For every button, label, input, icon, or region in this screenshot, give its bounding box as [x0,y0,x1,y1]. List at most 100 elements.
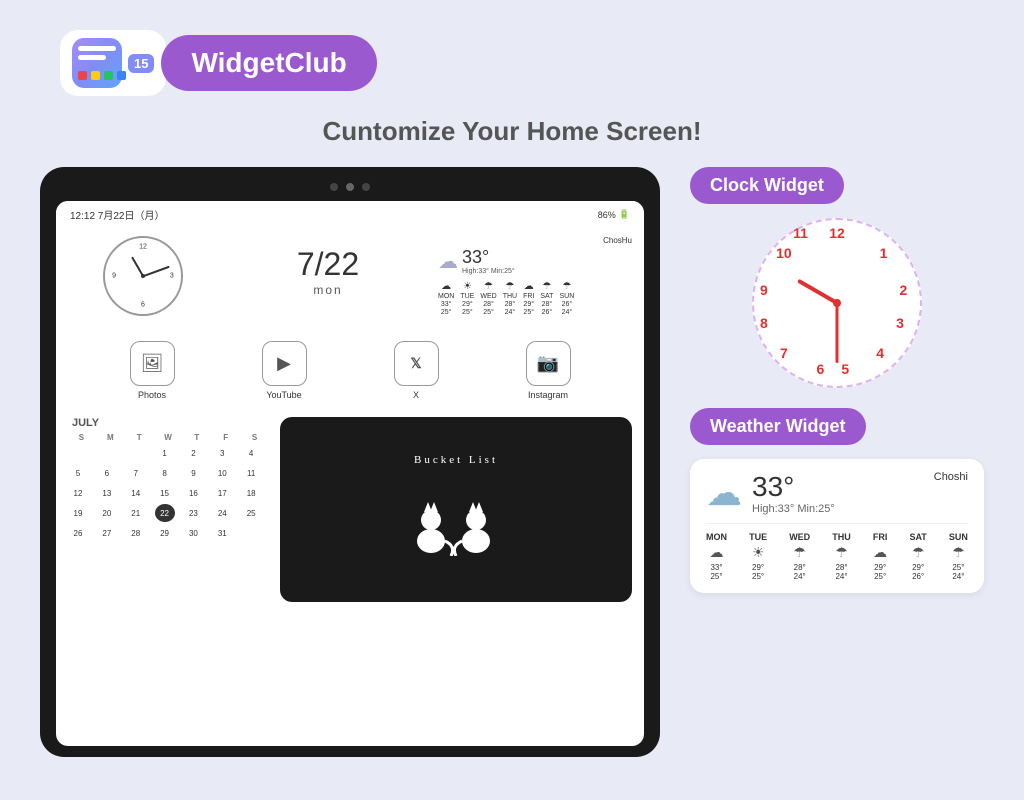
cal-day: 18 [241,484,261,502]
weather-days-row: MON ☁ 33°25° TUE ☀ 29°25° WED ☂ 28°24° [706,523,968,581]
clock-num-5: 5 [841,361,849,377]
photos-label: Photos [138,390,166,400]
bucket-list-widget: Bucket List [280,417,632,602]
list-item: SUN ☂ 25°24° [949,532,968,581]
header: 15 WidgetClub [0,0,1024,116]
app-item-youtube: ▶ YouTube [262,341,307,400]
list-item: THU ☂ 28°24° [832,532,851,581]
logo-icon [72,38,122,88]
instagram-label: Instagram [528,390,568,400]
clock-center-dot [833,299,841,307]
clock-num-9: 9 [760,282,768,298]
weather-top-row: ☁ 33° High:33° Min:25° Choshi [706,471,968,515]
clock-widget-label: Clock Widget [690,167,844,204]
screen-date-display: 7/22 [228,246,428,283]
screen-day-display: mon [228,283,428,297]
app-item-photos: 🖼 Photos [130,341,175,400]
logo-container: 15 [60,30,166,96]
clock-num-7: 7 [780,345,788,361]
cal-header-s2: S [241,433,268,442]
cal-header-t2: T [183,433,210,442]
list-item: FRI ☁ 29°25° [873,532,888,581]
weather-location: Choshi [934,471,968,483]
cal-day: 15 [155,484,175,502]
logo-dot-yellow [91,71,100,80]
screen-weather-hl: High:33° Min:25° [462,268,515,275]
cal-day: 5 [68,464,88,482]
cal-day: 8 [155,464,175,482]
brand-name: WidgetClub [161,35,376,91]
list-item: MON ☁ 33°25° [706,532,727,581]
weather-widget-label: Weather Widget [690,408,866,445]
clock-num-10: 10 [776,245,792,261]
logo-dots [78,71,126,80]
cal-day [126,444,146,462]
list-item: SAT ☂ 29°26° [909,532,926,581]
tablet-camera-bar [56,183,644,191]
clock-num-11: 11 [793,225,808,241]
screen-apps-row: 🖼 Photos ▶ YouTube 𝕏 X 📷 Instagram [56,329,644,412]
cal-day: 19 [68,504,88,522]
screen-weather-days: ☁MON33°25° ☀TUE29°25° ☂WED28°25° ☂THU28°… [438,281,632,316]
clock-num-8: 8 [760,315,768,331]
cal-day: 2 [183,444,203,462]
cal-day: 4 [241,444,261,462]
cal-day: 1 [155,444,175,462]
cal-day: 13 [97,484,117,502]
camera-dot-2 [346,183,354,191]
logo-dot-green [104,71,113,80]
cal-day: 29 [155,524,175,542]
list-item: ☂THU28°24° [503,281,517,316]
cal-day: 31 [212,524,232,542]
tablet-wrapper: 12:12 7月22日（月） 86% 🔋 12 3 6 9 [40,167,660,757]
app-item-x: 𝕏 X [394,341,439,400]
cal-day: 27 [97,524,117,542]
cal-day: 6 [97,464,117,482]
camera-dot-3 [362,183,370,191]
screen-weather-widget: ChosHu ☁ 33° High:33° Min:25° [438,236,632,316]
cal-day: 11 [241,464,261,482]
tablet-screen: 12:12 7月22日（月） 86% 🔋 12 3 6 9 [56,201,644,746]
cal-day: 30 [183,524,203,542]
cal-day: 25 [241,504,261,522]
clock-minute-hand [836,303,839,363]
screen-bottom-section: JULY S M T W T F S [56,417,644,602]
clock-hour-hand [797,279,838,305]
bucket-list-illustration [396,476,516,566]
main-content: 12:12 7月22日（月） 86% 🔋 12 3 6 9 [0,167,1024,757]
cal-day: 7 [126,464,146,482]
list-item: WED ☂ 28°24° [789,532,810,581]
list-item: ☂WED28°25° [480,281,496,316]
screen-battery: 86% 🔋 [598,209,630,220]
cal-header-w: W [155,433,182,442]
screen-time: 12:12 7月22日（月） [70,207,165,222]
tagline: Cuntomize Your Home Screen! [0,116,1024,147]
cal-day [97,444,117,462]
clock-num-4: 4 [876,345,884,361]
weather-temp-block: 33° High:33° Min:25° [752,471,835,515]
photos-icon: 🖼 [130,341,175,386]
list-item: TUE ☀ 29°25° [749,532,767,581]
cats-svg [396,476,516,556]
cal-day-today: 22 [155,504,175,522]
clock-num-2: 2 [899,282,907,298]
x-icon: 𝕏 [394,341,439,386]
logo-number: 15 [128,54,154,73]
cal-header-m: M [97,433,124,442]
screen-clock-widget: 12 3 6 9 [68,236,218,316]
cal-day: 20 [97,504,117,522]
list-item: ☂SUN26°24° [559,281,574,316]
screen-widgets-row: 12 3 6 9 7/22 mon [56,228,644,324]
bucket-list-title: Bucket List [414,454,498,466]
clock-num-3: 3 [896,315,904,331]
screen-date-widget: 7/22 mon [228,236,428,316]
tablet-mockup: 12:12 7月22日（月） 86% 🔋 12 3 6 9 [40,167,660,757]
list-item: ☂SAT28°26° [540,281,553,316]
screen-weather-location: ChosHu [438,236,632,245]
weather-widget-section: Weather Widget ☁ 33° High:33° Min:25° [690,408,984,593]
analog-clock-display: 12 1 2 3 4 5 6 7 8 9 10 11 [752,218,922,388]
youtube-icon: ▶ [262,341,307,386]
clock-face: 12 1 2 3 4 5 6 7 8 9 10 11 [752,218,922,388]
cal-day: 16 [183,484,203,502]
instagram-icon: 📷 [526,341,571,386]
